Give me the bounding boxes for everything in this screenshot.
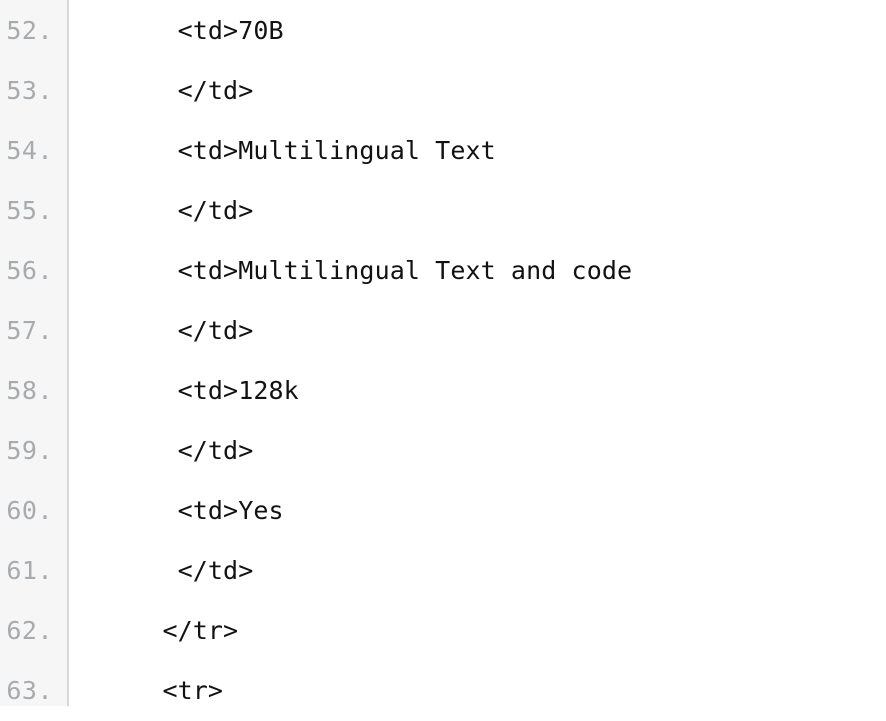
code-line[interactable]: 52. <td>70B (0, 1, 886, 61)
code-viewer[interactable]: 52. <td>70B 53. </td> 54. <td>Multilingu… (0, 0, 886, 706)
line-content[interactable]: <td>Multilingual Text and code (62, 241, 886, 301)
line-content[interactable]: <td>Multilingual Text (62, 121, 886, 181)
line-number: 63. (6, 676, 53, 705)
line-number: 60. (6, 496, 53, 525)
line-number: 52. (6, 16, 53, 45)
code-line[interactable]: 54. <td>Multilingual Text (0, 121, 886, 181)
line-content[interactable]: </td> (62, 541, 886, 601)
line-number: 58. (6, 376, 53, 405)
code-line[interactable]: 53. </td> (0, 61, 886, 121)
line-content[interactable]: <td>70B (62, 1, 886, 61)
line-content[interactable]: </td> (62, 421, 886, 481)
line-content[interactable]: <td>128k (62, 361, 886, 421)
code-line[interactable]: 55. </td> (0, 181, 886, 241)
code-line[interactable]: 61. </td> (0, 541, 886, 601)
line-content[interactable]: <tr> (62, 661, 886, 721)
line-number: 56. (6, 256, 53, 285)
code-line[interactable]: 58. <td>128k (0, 361, 886, 421)
line-number: 55. (6, 196, 53, 225)
line-number: 53. (6, 76, 53, 105)
line-number: 59. (6, 436, 53, 465)
code-line[interactable]: 62. </tr> (0, 601, 886, 661)
line-content[interactable]: </td> (62, 181, 886, 241)
code-lines-container[interactable]: 52. <td>70B 53. </td> 54. <td>Multilingu… (0, 0, 886, 721)
line-content[interactable]: </td> (62, 61, 886, 121)
line-content[interactable]: <td>Yes (62, 481, 886, 541)
code-line[interactable]: 59. </td> (0, 421, 886, 481)
code-line[interactable]: 56. <td>Multilingual Text and code (0, 241, 886, 301)
line-content[interactable]: </td> (62, 301, 886, 361)
code-line[interactable]: 63. <tr> (0, 661, 886, 721)
line-number: 57. (6, 316, 53, 345)
line-content[interactable]: </tr> (62, 601, 886, 661)
code-line[interactable]: 60. <td>Yes (0, 481, 886, 541)
line-number: 54. (6, 136, 53, 165)
line-number: 62. (6, 616, 53, 645)
line-number: 61. (6, 556, 53, 585)
code-line[interactable]: 57. </td> (0, 301, 886, 361)
